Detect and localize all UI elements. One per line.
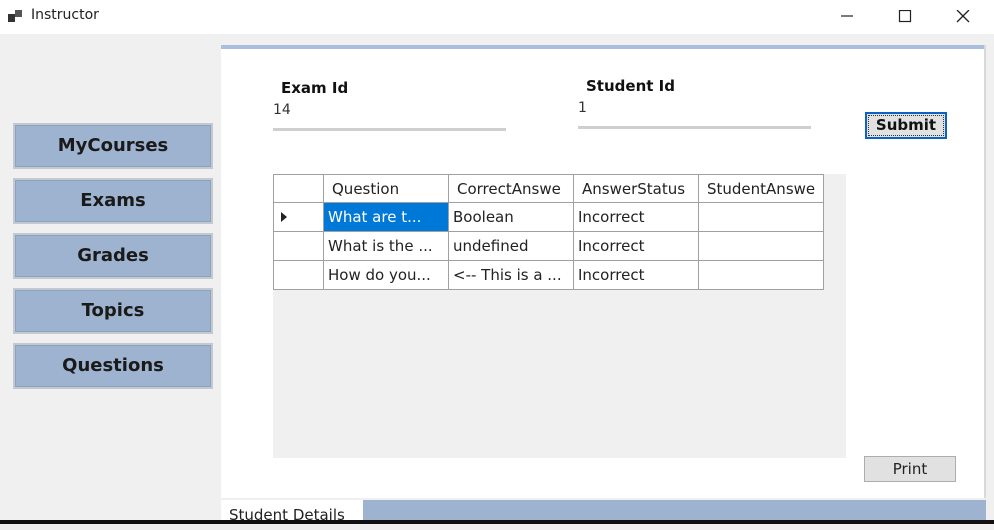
title-bar: Instructor: [0, 0, 994, 34]
sidebar-item-exams[interactable]: Exams: [13, 178, 213, 224]
maximize-button[interactable]: [877, 0, 933, 34]
answer-status-cell[interactable]: Incorrect: [573, 202, 699, 232]
correct-answer-cell[interactable]: undefined: [448, 231, 574, 261]
column-header-correct-answer[interactable]: CorrectAnswe: [448, 174, 574, 203]
bottom-edge: [0, 520, 994, 524]
minimize-icon: [841, 15, 853, 17]
sidebar-item-questions[interactable]: Questions: [13, 343, 213, 389]
current-row-arrow-icon: [281, 212, 287, 222]
question-cell[interactable]: How do you...: [323, 260, 449, 290]
correct-answer-cell[interactable]: Boolean: [448, 202, 574, 232]
exam-id-label: Exam Id: [281, 79, 349, 97]
row-header[interactable]: [273, 260, 324, 290]
close-icon: [956, 10, 970, 23]
window-title: Instructor: [31, 7, 99, 23]
sidebar-item-grades[interactable]: Grades: [13, 233, 213, 279]
panel-right-border: [984, 45, 986, 498]
maximize-icon: [898, 10, 912, 23]
table-row[interactable]: What is the ... undefined Incorrect: [273, 231, 824, 261]
panel-top-border: [221, 45, 986, 49]
row-header[interactable]: [273, 202, 324, 232]
question-cell[interactable]: What are t...: [323, 202, 449, 232]
submit-button[interactable]: Submit: [865, 112, 947, 139]
sidebar-item-topics[interactable]: Topics: [13, 288, 213, 334]
student-id-field[interactable]: 1: [578, 100, 811, 129]
column-header-answer-status[interactable]: AnswerStatus: [573, 174, 699, 203]
answers-grid[interactable]: Question CorrectAnswe AnswerStatus Stude…: [273, 174, 824, 290]
close-button[interactable]: [935, 0, 991, 34]
column-header-student-answer[interactable]: StudentAnswe: [698, 174, 824, 203]
sidebar-item-mycourses[interactable]: MyCourses: [13, 123, 213, 169]
student-answer-cell[interactable]: [698, 260, 824, 290]
answer-status-cell[interactable]: Incorrect: [573, 260, 699, 290]
question-cell[interactable]: What is the ...: [323, 231, 449, 261]
row-header[interactable]: [273, 231, 324, 261]
print-button[interactable]: Print: [864, 456, 956, 482]
column-header-question[interactable]: Question: [323, 174, 449, 203]
correct-answer-cell[interactable]: <-- This is a ...: [448, 260, 574, 290]
exam-id-field[interactable]: 14: [273, 102, 506, 131]
grid-header-row: Question CorrectAnswe AnswerStatus Stude…: [273, 174, 824, 203]
grid-corner-cell: [273, 174, 324, 203]
table-row[interactable]: What are t... Boolean Incorrect: [273, 202, 824, 232]
student-answer-cell[interactable]: [698, 202, 824, 232]
minimize-button[interactable]: [819, 0, 875, 34]
table-row[interactable]: How do you... <-- This is a ... Incorrec…: [273, 260, 824, 290]
student-answer-cell[interactable]: [698, 231, 824, 261]
answer-status-cell[interactable]: Incorrect: [573, 231, 699, 261]
student-id-label: Student Id: [586, 77, 675, 95]
app-icon: [8, 10, 22, 22]
